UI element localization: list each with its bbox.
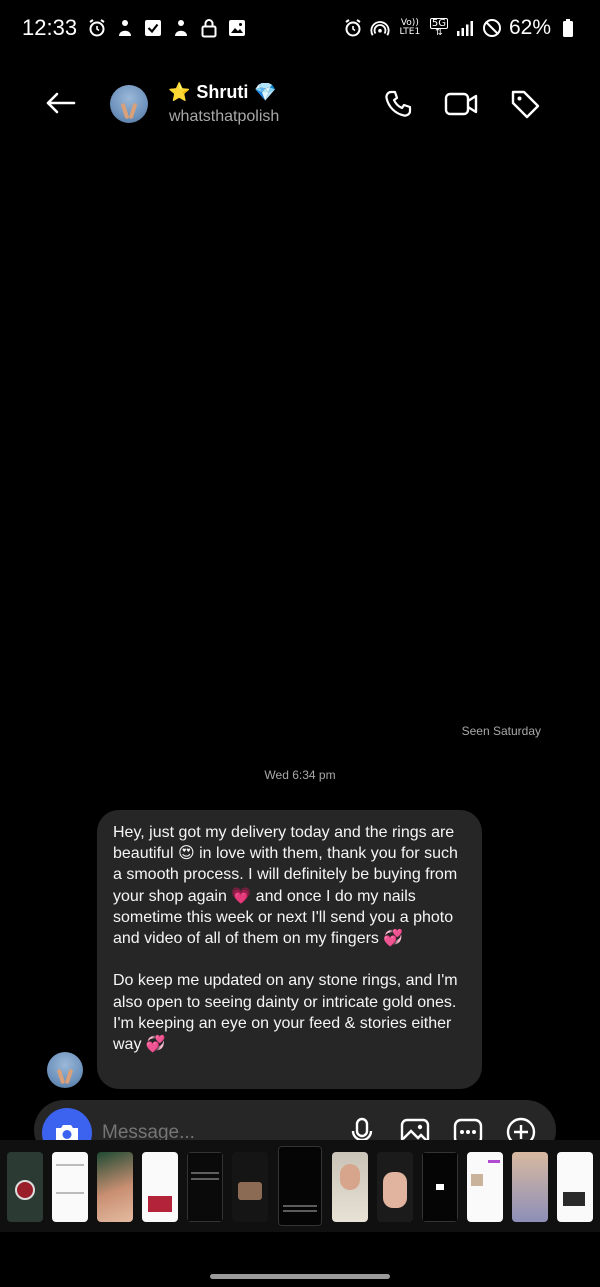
star-emoji: ⭐ bbox=[168, 82, 191, 102]
system-navigation-bar bbox=[0, 1232, 600, 1287]
signal-icon bbox=[455, 18, 475, 38]
thumbnail-7[interactable] bbox=[278, 1146, 322, 1226]
contact-username[interactable]: whatsthatpolish bbox=[169, 108, 279, 126]
data-arrows-icon: ⇅ bbox=[435, 28, 443, 38]
pink-heart-emoji: 💗 bbox=[231, 887, 252, 905]
recent-thumbnails-strip bbox=[0, 1140, 600, 1232]
thumbnail-3[interactable] bbox=[97, 1152, 133, 1222]
battery-percent: 62% bbox=[508, 16, 551, 39]
network-type: 5G ⇅ bbox=[429, 18, 448, 38]
thumbnail-8[interactable] bbox=[332, 1152, 368, 1222]
lock-icon bbox=[199, 18, 219, 38]
thumbnail-1[interactable] bbox=[7, 1152, 43, 1222]
thumbnail-2[interactable] bbox=[52, 1152, 88, 1222]
threads-icon-2 bbox=[171, 18, 191, 38]
checkbox-icon bbox=[143, 18, 163, 38]
alarm-icon-right bbox=[343, 18, 363, 38]
do-not-disturb-icon bbox=[482, 18, 502, 38]
message-timestamp: Wed 6:34 pm bbox=[264, 768, 336, 782]
thumbnail-13[interactable] bbox=[557, 1152, 593, 1222]
audio-call-button[interactable] bbox=[380, 86, 416, 122]
contact-avatar[interactable] bbox=[110, 85, 148, 123]
tag-button[interactable] bbox=[507, 86, 543, 122]
chat-header: ⭐ Shruti 💎 whatsthatpolish bbox=[0, 72, 600, 134]
tag-icon bbox=[511, 90, 540, 119]
threads-icon bbox=[115, 18, 135, 38]
status-bar: 12:33 Vo)) LTE1 5G ⇅ 62% bbox=[0, 0, 600, 56]
message-sender-avatar[interactable] bbox=[47, 1052, 83, 1088]
avatar-hand-right bbox=[128, 102, 138, 120]
thumbnail-11[interactable] bbox=[467, 1152, 503, 1222]
thumbnail-4[interactable] bbox=[142, 1152, 178, 1222]
image-icon bbox=[227, 18, 247, 38]
phone-icon bbox=[385, 90, 412, 117]
gem-emoji: 💎 bbox=[254, 82, 277, 102]
back-button[interactable] bbox=[40, 86, 80, 120]
back-arrow-icon bbox=[46, 92, 76, 114]
thumbnail-5[interactable] bbox=[187, 1152, 223, 1222]
battery-icon bbox=[558, 18, 578, 38]
revolving-hearts-emoji: 💞 bbox=[383, 930, 404, 948]
contact-name: Shruti bbox=[196, 82, 249, 102]
notification-icons bbox=[87, 18, 247, 38]
revolving-hearts-emoji-2: 💞 bbox=[145, 1036, 166, 1054]
received-message-bubble[interactable]: Hey, just got my delivery today and the … bbox=[97, 810, 482, 1089]
video-call-button[interactable] bbox=[443, 86, 479, 122]
video-camera-icon bbox=[444, 92, 478, 116]
thumbnail-10[interactable] bbox=[422, 1152, 458, 1222]
hotspot-icon bbox=[370, 18, 390, 38]
network-label: Vo)) LTE1 bbox=[399, 18, 421, 37]
thumbnail-9[interactable] bbox=[377, 1152, 413, 1222]
heart-eyes-emoji: 😍 bbox=[177, 845, 195, 863]
thumbnail-12[interactable] bbox=[512, 1152, 548, 1222]
avatar-hand-left bbox=[56, 1068, 66, 1085]
thumbnail-6[interactable] bbox=[232, 1152, 268, 1222]
contact-name-row[interactable]: ⭐ Shruti 💎 bbox=[168, 82, 277, 103]
avatar-hand-right bbox=[64, 1068, 74, 1085]
home-gesture-handle[interactable] bbox=[210, 1274, 390, 1279]
seen-indicator: Seen Saturday bbox=[461, 724, 541, 738]
alarm-icon bbox=[87, 18, 107, 38]
status-time: 12:33 bbox=[22, 15, 78, 40]
